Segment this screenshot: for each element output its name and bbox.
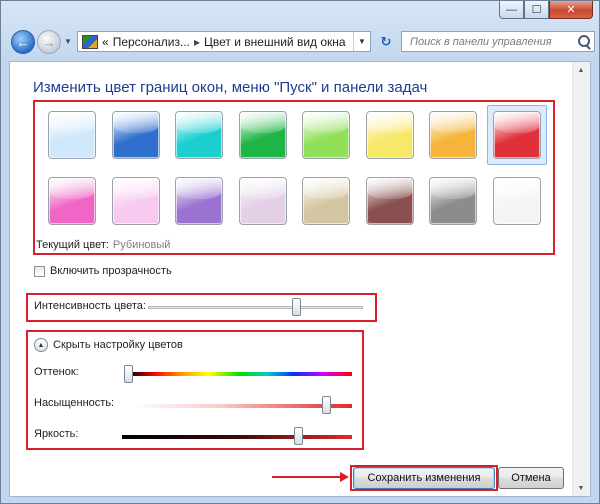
swatch-color-twilight[interactable] (111, 111, 160, 159)
back-button[interactable]: ← (11, 30, 35, 54)
hue-slider-thumb[interactable] (124, 365, 133, 383)
cancel-button[interactable]: Отмена (498, 467, 564, 489)
color-swatch-twilight[interactable] (106, 105, 166, 165)
transparency-label[interactable]: Включить прозрачность (50, 265, 172, 277)
breadcrumb-item-window-color[interactable]: Цвет и внешний вид окна (204, 35, 346, 49)
address-dropdown-icon[interactable]: ▼ (353, 32, 370, 51)
forward-arrow-icon: → (42, 34, 56, 50)
swatch-color-lavender[interactable] (238, 177, 287, 225)
color-swatch-pumpkin[interactable] (423, 105, 483, 165)
swatch-color-leaf[interactable] (238, 111, 287, 159)
annotation-arrow-line (272, 476, 342, 478)
intensity-label: Интенсивность цвета: (34, 300, 146, 312)
brightness-slider-track[interactable] (122, 435, 352, 439)
scroll-down-button[interactable]: ▼ (573, 480, 589, 496)
swatch-color-slate[interactable] (429, 177, 477, 225)
saturation-slider-thumb[interactable] (322, 396, 332, 414)
swatch-color-violet[interactable] (175, 177, 223, 225)
color-swatch-lightning[interactable] (360, 105, 420, 165)
maximize-button[interactable]: ☐ (524, 1, 549, 19)
search-box[interactable] (401, 31, 595, 52)
hue-slider-track[interactable] (128, 372, 352, 376)
intensity-slider-track[interactable] (148, 306, 363, 309)
navigation-bar: ← → ▼ « Персонализ... ▸ Цвет и внешний в… (7, 28, 595, 56)
swatch-color-blush[interactable] (111, 177, 160, 225)
brightness-label: Яркость: (34, 428, 79, 440)
breadcrumb-chevron-icon[interactable]: ▸ (194, 35, 200, 49)
color-swatch-taupe[interactable] (296, 171, 356, 231)
color-swatch-ruby[interactable] (486, 105, 547, 165)
color-swatch-violet[interactable] (169, 171, 229, 231)
caption-buttons: — ☐ ✕ (499, 1, 593, 19)
swatch-color-fuchsia[interactable] (48, 177, 96, 225)
current-color-value: Рубиновый (112, 239, 171, 251)
scroll-up-button[interactable]: ▲ (573, 62, 589, 78)
close-button[interactable]: ✕ (549, 1, 593, 19)
collapse-chevron-icon[interactable]: ▲ (34, 338, 48, 352)
transparency-option[interactable]: Включить прозрачность (34, 265, 172, 277)
color-swatch-lavender[interactable] (233, 171, 293, 231)
personalization-window: — ☐ ✕ ← → ▼ « Персонализ... ▸ Цвет и вне… (0, 0, 600, 504)
color-swatch-sky[interactable] (42, 105, 102, 165)
breadcrumb-item-personalization[interactable]: Персонализ... (113, 35, 190, 49)
color-mixer-toggle[interactable]: ▲ Скрыть настройку цветов (34, 338, 183, 352)
color-swatch-leaf[interactable] (233, 105, 293, 165)
color-swatch-lime[interactable] (296, 105, 356, 165)
save-changes-button[interactable]: Сохранить изменения (353, 467, 495, 489)
address-bar[interactable]: « Персонализ... ▸ Цвет и внешний вид окн… (77, 31, 371, 52)
color-mixer-toggle-label[interactable]: Скрыть настройку цветов (53, 339, 183, 351)
annotation-arrow-head (340, 472, 349, 482)
swatch-color-ruby[interactable] (492, 111, 541, 159)
swatch-color-lightning[interactable] (365, 111, 414, 159)
color-swatch-chocolate[interactable] (360, 171, 420, 231)
current-color: Текущий цвет: Рубиновый (36, 239, 170, 251)
page-title: Изменить цвет границ окон, меню "Пуск" и… (33, 79, 428, 96)
current-color-label: Текущий цвет: (36, 239, 109, 251)
vertical-scrollbar[interactable]: ▲ ▼ (572, 62, 590, 496)
saturation-slider-track[interactable] (134, 404, 352, 408)
swatch-color-lime[interactable] (302, 111, 350, 159)
intensity-slider-thumb[interactable] (292, 298, 302, 316)
search-icon[interactable] (578, 35, 590, 47)
content-pane: Изменить цвет границ окон, меню "Пуск" и… (9, 61, 591, 497)
back-arrow-icon: ← (16, 34, 30, 50)
color-swatch-fuchsia[interactable] (42, 171, 102, 231)
color-swatch-sea[interactable] (169, 105, 229, 165)
saturation-label: Насыщенность: (34, 397, 115, 409)
refresh-button[interactable]: ↻ (376, 32, 396, 51)
color-swatch-slate[interactable] (423, 171, 483, 231)
swatch-color-frost[interactable] (492, 177, 541, 225)
control-panel-icon (82, 34, 98, 49)
color-swatch-frost[interactable] (487, 171, 547, 231)
search-input[interactable] (408, 34, 572, 49)
refresh-icon: ↻ (380, 33, 392, 49)
breadcrumb-overflow[interactable]: « (102, 35, 109, 49)
color-swatch-blush[interactable] (106, 171, 166, 231)
transparency-checkbox[interactable] (34, 265, 45, 277)
swatch-color-sea[interactable] (175, 111, 223, 159)
minimize-button[interactable]: — (499, 1, 524, 19)
hue-label: Оттенок: (34, 366, 79, 378)
forward-button[interactable]: → (37, 30, 61, 54)
recent-pages-dropdown-icon[interactable]: ▼ (64, 37, 72, 46)
swatch-color-chocolate[interactable] (365, 177, 414, 225)
swatch-color-taupe[interactable] (302, 177, 350, 225)
swatch-color-pumpkin[interactable] (429, 111, 477, 159)
swatch-color-sky[interactable] (48, 111, 96, 159)
brightness-slider-thumb[interactable] (294, 427, 304, 445)
